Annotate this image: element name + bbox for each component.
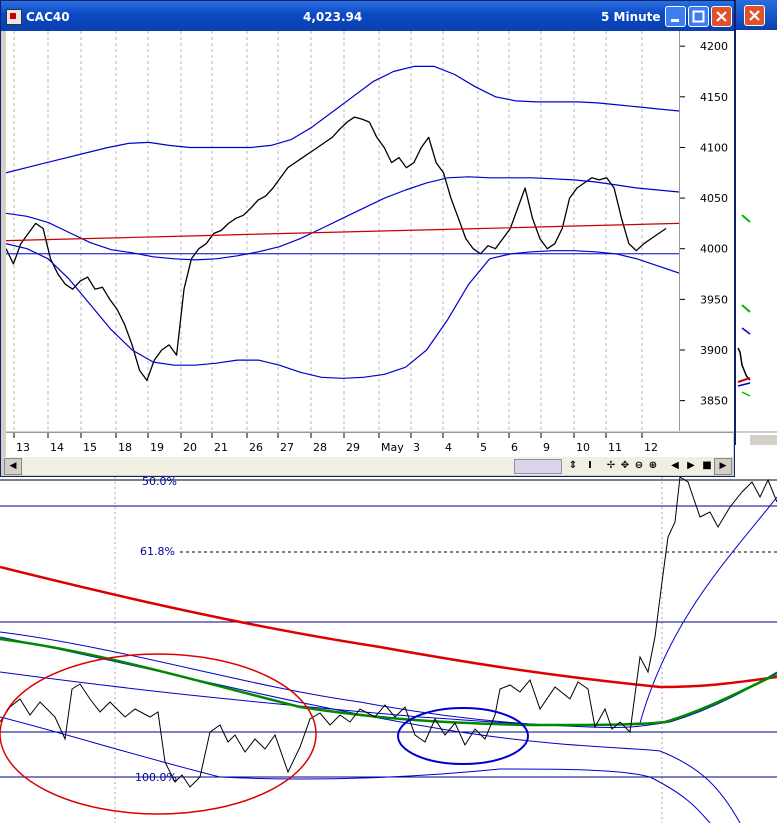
y-tick-label: 3850 bbox=[700, 395, 728, 408]
x-tick-label: 5 bbox=[480, 441, 487, 454]
lower-band-line bbox=[0, 716, 711, 823]
date-axis[interactable]: 13 14 15 18 19 20 21 26 27 28 29 May 3 4 5 6 9 10 11 12 bbox=[6, 432, 733, 457]
title-bar[interactable]: CAC40 4,023.94 5 Minute bbox=[1, 1, 734, 31]
price-series bbox=[6, 116, 667, 382]
last-price: 4,023.94 bbox=[303, 10, 363, 24]
chart-scrollbar[interactable]: ◀ ⇕ I ✢ ✥ ⊖ ⊕ ◀ ▶ ■ ▶ bbox=[4, 457, 732, 475]
window-title: CAC40 bbox=[26, 10, 70, 24]
scroll-left-icon[interactable]: ◀ bbox=[4, 458, 22, 475]
prev-icon[interactable]: ◀ bbox=[668, 459, 682, 473]
move-icon[interactable]: ✥ bbox=[618, 459, 632, 473]
cursor-icon[interactable]: I bbox=[583, 459, 597, 473]
price-chart[interactable] bbox=[6, 31, 679, 431]
x-tick-label: 15 bbox=[83, 441, 97, 454]
y-tick-label: 3950 bbox=[700, 293, 728, 306]
x-tick-label: 3 bbox=[413, 441, 420, 454]
x-tick-label: May bbox=[381, 441, 404, 454]
lower-band-line bbox=[0, 636, 741, 823]
chart-window: CAC40 4,023.94 5 Minute 4200 4150 4100 4050… bbox=[0, 0, 735, 477]
y-tick-label: 4100 bbox=[700, 141, 728, 154]
x-tick-label: 18 bbox=[118, 441, 132, 454]
lower-chart[interactable]: 50.0%61.8%100.0% bbox=[0, 477, 777, 823]
x-tick-label: 27 bbox=[280, 441, 294, 454]
next-icon[interactable]: ▶ bbox=[684, 459, 698, 473]
blue-highlight-ellipse bbox=[397, 707, 529, 765]
x-tick-label: 14 bbox=[50, 441, 64, 454]
close-icon[interactable] bbox=[711, 6, 732, 27]
scroll-icon[interactable]: ⇕ bbox=[566, 459, 580, 473]
crosshair-icon[interactable]: ✢ bbox=[604, 459, 618, 473]
x-tick-label: 9 bbox=[543, 441, 550, 454]
fib-level-label: 50.0% bbox=[142, 477, 177, 488]
scroll-right-icon[interactable]: ▶ bbox=[714, 458, 732, 475]
x-tick-label: 12 bbox=[644, 441, 658, 454]
x-tick-label: 6 bbox=[511, 441, 518, 454]
y-tick-label: 4000 bbox=[700, 243, 728, 256]
x-tick-label: 20 bbox=[183, 441, 197, 454]
x-tick-label: 26 bbox=[249, 441, 263, 454]
secondary-chart bbox=[736, 214, 777, 445]
x-tick-label: 11 bbox=[608, 441, 622, 454]
scroll-thumb[interactable] bbox=[514, 459, 562, 474]
lower-band-line bbox=[0, 631, 777, 729]
x-tick-label: 29 bbox=[346, 441, 360, 454]
lower-price-series bbox=[0, 477, 777, 788]
x-tick-label: 10 bbox=[576, 441, 590, 454]
minimize-icon[interactable] bbox=[665, 6, 686, 27]
red-moving-average bbox=[0, 565, 777, 689]
zoom-out-icon[interactable]: ⊖ bbox=[632, 459, 646, 473]
secondary-window bbox=[735, 0, 777, 445]
y-tick-label: 4200 bbox=[700, 40, 728, 53]
middle-band-series bbox=[6, 176, 679, 261]
interval-label: 5 Minute bbox=[601, 10, 661, 24]
moving-average-series bbox=[6, 222, 679, 242]
y-tick-label: 3900 bbox=[700, 344, 728, 357]
x-tick-label: 28 bbox=[313, 441, 327, 454]
fib-level-label: 61.8% bbox=[140, 545, 175, 558]
x-tick-label: 13 bbox=[16, 441, 30, 454]
maximize-icon[interactable] bbox=[688, 6, 709, 27]
x-tick-label: 19 bbox=[150, 441, 164, 454]
y-tick-label: 4150 bbox=[700, 91, 728, 104]
zoom-in-icon[interactable]: ⊕ bbox=[646, 459, 660, 473]
upper-band-series bbox=[6, 65, 679, 174]
app-icon[interactable] bbox=[6, 9, 22, 25]
lower-band-series bbox=[6, 243, 679, 379]
lower-band-line bbox=[0, 496, 777, 726]
price-axis[interactable]: 4200 4150 4100 4050 4000 3950 3900 3850 bbox=[679, 31, 734, 431]
x-tick-label: 4 bbox=[445, 441, 452, 454]
stop-icon[interactable]: ■ bbox=[700, 459, 714, 473]
y-tick-label: 4050 bbox=[700, 192, 728, 205]
x-tick-label: 21 bbox=[214, 441, 228, 454]
